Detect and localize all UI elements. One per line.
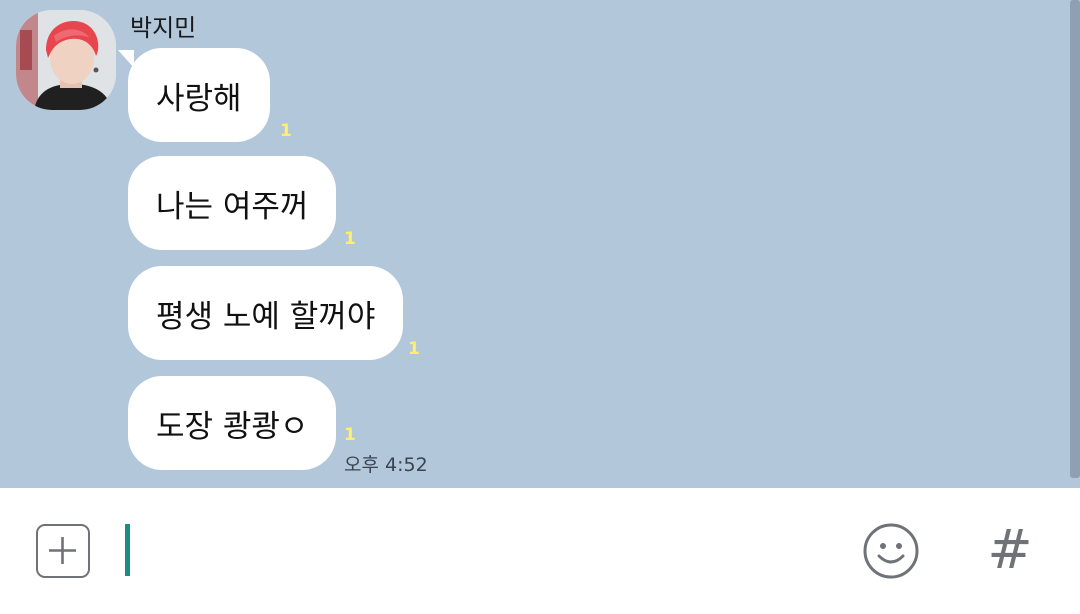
profile-photo [16,10,116,110]
message-text: 사랑해 [156,80,242,117]
unread-count: 1 [344,425,356,445]
message-text: 도장 쾅쾅ㅇ [156,408,309,445]
chat-area[interactable]: 박지민 사랑해 1 나는 여주꺼 1 평생 노예 할꺼야 1 도장 쾅쾅ㅇ 1 … [0,0,1080,488]
emoji-button[interactable] [862,522,920,580]
message-text: 평생 노예 할꺼야 [156,298,376,335]
message-bubble[interactable]: 도장 쾅쾅ㅇ [128,376,337,470]
message-time: 오후 4:52 [344,454,428,476]
unread-count: 1 [344,229,356,249]
unread-count: 1 [408,339,420,359]
attach-button[interactable] [36,524,90,578]
smiley-icon [863,523,919,579]
message-bubble[interactable]: 사랑해 [128,48,270,142]
unread-count: 1 [280,121,292,141]
message-input[interactable] [125,524,130,576]
hashtag-button[interactable]: # [984,520,1036,580]
sender-name: 박지민 [130,14,197,42]
avatar[interactable] [16,10,116,110]
message-bubble[interactable]: 나는 여주꺼 [128,156,337,250]
plus-square-icon [49,537,76,564]
message-bubble[interactable]: 평생 노예 할꺼야 [128,266,404,360]
scrollbar[interactable] [1070,0,1080,478]
message-text: 나는 여주꺼 [156,188,309,225]
